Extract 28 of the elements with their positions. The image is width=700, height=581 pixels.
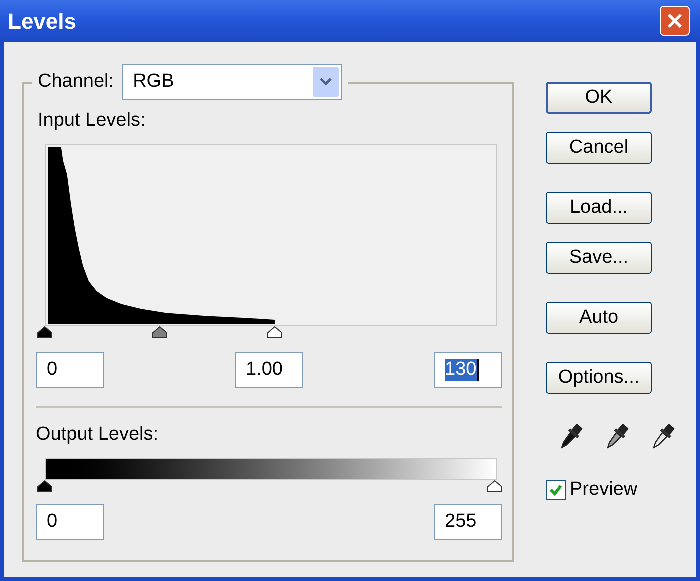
dialog-button[interactable]: Save... <box>546 242 652 274</box>
slider-thumb-icon[interactable] <box>37 326 53 339</box>
chevron-down-icon <box>313 67 340 97</box>
number-field[interactable]: 0 <box>36 504 104 540</box>
preview-checkbox[interactable] <box>546 480 566 500</box>
dialog-button[interactable]: OK <box>546 82 652 114</box>
dialog-button[interactable]: Auto <box>546 302 652 334</box>
dialog-button[interactable]: Cancel <box>546 132 652 164</box>
number-field[interactable]: 255 <box>434 504 502 540</box>
slider-thumb-icon[interactable] <box>37 480 53 493</box>
slider-thumb-icon[interactable] <box>487 480 503 493</box>
number-field[interactable]: 1.00 <box>235 352 303 388</box>
dialog-button[interactable]: Options... <box>546 362 652 394</box>
window-title: Levels <box>8 8 76 36</box>
number-field[interactable]: 0 <box>36 352 104 388</box>
channel-label: Channel: <box>38 70 114 94</box>
close-button[interactable] <box>660 6 690 36</box>
input-levels-label: Input Levels: <box>38 110 147 132</box>
close-icon <box>667 13 683 29</box>
channel-dropdown[interactable]: RGB <box>122 64 342 100</box>
eyedropper-icon[interactable] <box>558 422 584 452</box>
number-field[interactable]: 130 <box>434 352 502 388</box>
check-icon <box>549 483 563 498</box>
preview-label: Preview <box>570 478 638 502</box>
output-levels-label: Output Levels: <box>36 424 160 446</box>
eyedropper-icon[interactable] <box>604 422 630 452</box>
dialog-button[interactable]: Load... <box>546 192 652 224</box>
eyedropper-icon[interactable] <box>650 422 676 452</box>
